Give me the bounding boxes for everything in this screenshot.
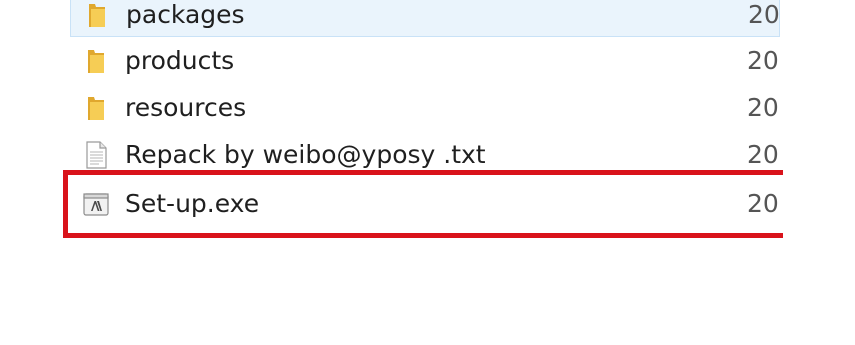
file-date-modified: 20 — [748, 0, 780, 29]
file-date-modified: 20 — [747, 140, 779, 169]
folder-icon — [81, 93, 111, 123]
file-date-modified: 20 — [747, 189, 779, 218]
file-date-modified: 20 — [747, 93, 779, 122]
file-name: resources — [125, 93, 247, 122]
file-list: packages 20 products 20 resources 20 Rep… — [0, 0, 780, 250]
file-name: packages — [126, 0, 245, 29]
file-row-setup-exe[interactable]: Set-up.exe 20 — [70, 181, 780, 227]
file-name: Set-up.exe — [125, 189, 260, 218]
file-row-products[interactable]: products 20 — [70, 38, 780, 84]
file-row-resources[interactable]: resources 20 — [70, 85, 780, 131]
text-file-icon — [81, 140, 111, 170]
file-date-modified: 20 — [747, 46, 779, 75]
folder-icon — [81, 46, 111, 76]
file-row-packages[interactable]: packages 20 — [70, 0, 780, 37]
file-row-repack-txt[interactable]: Repack by weibo@yposy .txt 20 — [70, 132, 780, 178]
file-name: Repack by weibo@yposy .txt — [125, 140, 486, 169]
adobe-installer-icon — [81, 189, 111, 219]
folder-icon — [82, 0, 112, 30]
file-explorer-view: packages 20 products 20 resources 20 Rep… — [0, 0, 855, 345]
file-name: products — [125, 46, 235, 75]
